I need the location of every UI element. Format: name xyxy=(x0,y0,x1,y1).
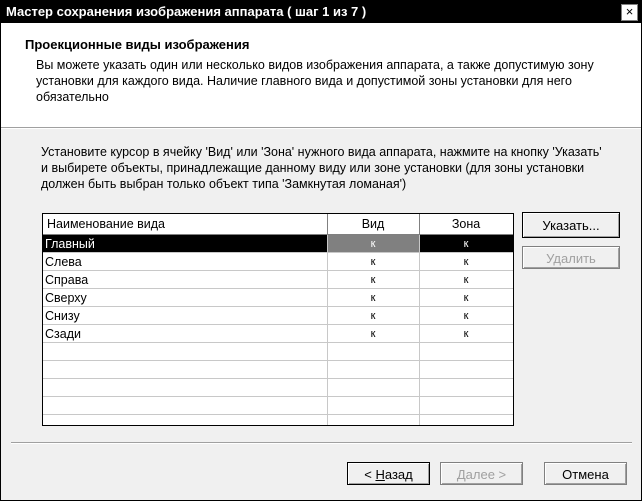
instructions-text: Установите курсор в ячейку 'Вид' или 'Зо… xyxy=(41,145,602,191)
table-row[interactable]: Сзади к к xyxy=(43,324,513,343)
cell-zona[interactable]: к xyxy=(419,288,513,307)
empty-cell[interactable] xyxy=(327,342,420,361)
cell-name[interactable]: Справа xyxy=(43,270,328,289)
back-accelerator: Н xyxy=(375,467,385,482)
delete-button[interactable]: Удалить xyxy=(522,246,620,269)
empty-cell[interactable] xyxy=(327,414,420,425)
back-label: азад xyxy=(384,467,413,482)
cell-zona[interactable]: к xyxy=(419,234,513,253)
empty-cell[interactable] xyxy=(43,414,328,425)
cell-vid[interactable]: к xyxy=(327,306,420,325)
empty-cell[interactable] xyxy=(327,360,420,379)
cell-vid[interactable]: к xyxy=(327,288,420,307)
close-icon[interactable]: × xyxy=(621,4,638,21)
views-grid[interactable]: Наименование вида Вид Зона Главный к к Слев… xyxy=(42,213,514,426)
next-button[interactable]: Далее > xyxy=(440,462,523,485)
back-prefix: < xyxy=(364,467,376,482)
column-header-name[interactable]: Наименование вида xyxy=(43,214,328,235)
cell-vid[interactable]: к xyxy=(327,324,420,343)
empty-cell[interactable] xyxy=(43,396,328,415)
cell-vid[interactable]: к xyxy=(327,270,420,289)
empty-cell[interactable] xyxy=(419,360,513,379)
header-divider xyxy=(1,127,641,129)
empty-cell[interactable] xyxy=(327,396,420,415)
cell-vid[interactable]: к xyxy=(327,234,420,253)
empty-table-row[interactable] xyxy=(43,414,513,425)
cell-name[interactable]: Слева xyxy=(43,252,328,271)
cell-name[interactable]: Снизу xyxy=(43,306,328,325)
cell-name[interactable]: Главный xyxy=(43,234,328,253)
cell-name[interactable]: Сзади xyxy=(43,324,328,343)
grid-header-row: Наименование вида Вид Зона xyxy=(43,214,513,235)
point-button[interactable]: Указать... xyxy=(522,212,620,238)
cell-zona[interactable]: к xyxy=(419,270,513,289)
cancel-button[interactable]: Отмена xyxy=(544,462,627,485)
empty-table-row[interactable] xyxy=(43,360,513,379)
empty-table-row[interactable] xyxy=(43,396,513,415)
empty-cell[interactable] xyxy=(43,378,328,397)
page-description: Вы можете указать один или несколько вид… xyxy=(36,58,594,104)
cell-zona[interactable]: к xyxy=(419,306,513,325)
column-header-vid[interactable]: Вид xyxy=(327,214,420,235)
header-panel: Проекционные виды изображения Вы можете … xyxy=(1,23,641,127)
table-row[interactable]: Справа к к xyxy=(43,270,513,289)
cell-zona[interactable]: к xyxy=(419,252,513,271)
empty-cell[interactable] xyxy=(419,378,513,397)
cell-name[interactable]: Сверху xyxy=(43,288,328,307)
empty-cell[interactable] xyxy=(419,396,513,415)
empty-cell[interactable] xyxy=(327,378,420,397)
page-title: Проекционные виды изображения xyxy=(25,37,250,52)
empty-table-row[interactable] xyxy=(43,378,513,397)
cell-zona[interactable]: к xyxy=(419,324,513,343)
empty-cell[interactable] xyxy=(419,414,513,425)
table-row[interactable]: Слева к к xyxy=(43,252,513,271)
window-title: Мастер сохранения изображения аппарата (… xyxy=(6,4,367,19)
empty-cell[interactable] xyxy=(43,360,328,379)
column-header-zona[interactable]: Зона xyxy=(419,214,513,235)
title-bar: Мастер сохранения изображения аппарата (… xyxy=(1,1,641,23)
cell-vid[interactable]: к xyxy=(327,252,420,271)
back-button[interactable]: < Назад xyxy=(347,462,430,485)
wizard-dialog: Мастер сохранения изображения аппарата (… xyxy=(0,0,642,501)
empty-cell[interactable] xyxy=(43,342,328,361)
footer-divider xyxy=(11,442,632,444)
empty-table-row[interactable] xyxy=(43,342,513,361)
table-row[interactable]: Сверху к к xyxy=(43,288,513,307)
empty-cell[interactable] xyxy=(419,342,513,361)
table-row[interactable]: Снизу к к xyxy=(43,306,513,325)
table-row[interactable]: Главный к к xyxy=(43,234,513,253)
